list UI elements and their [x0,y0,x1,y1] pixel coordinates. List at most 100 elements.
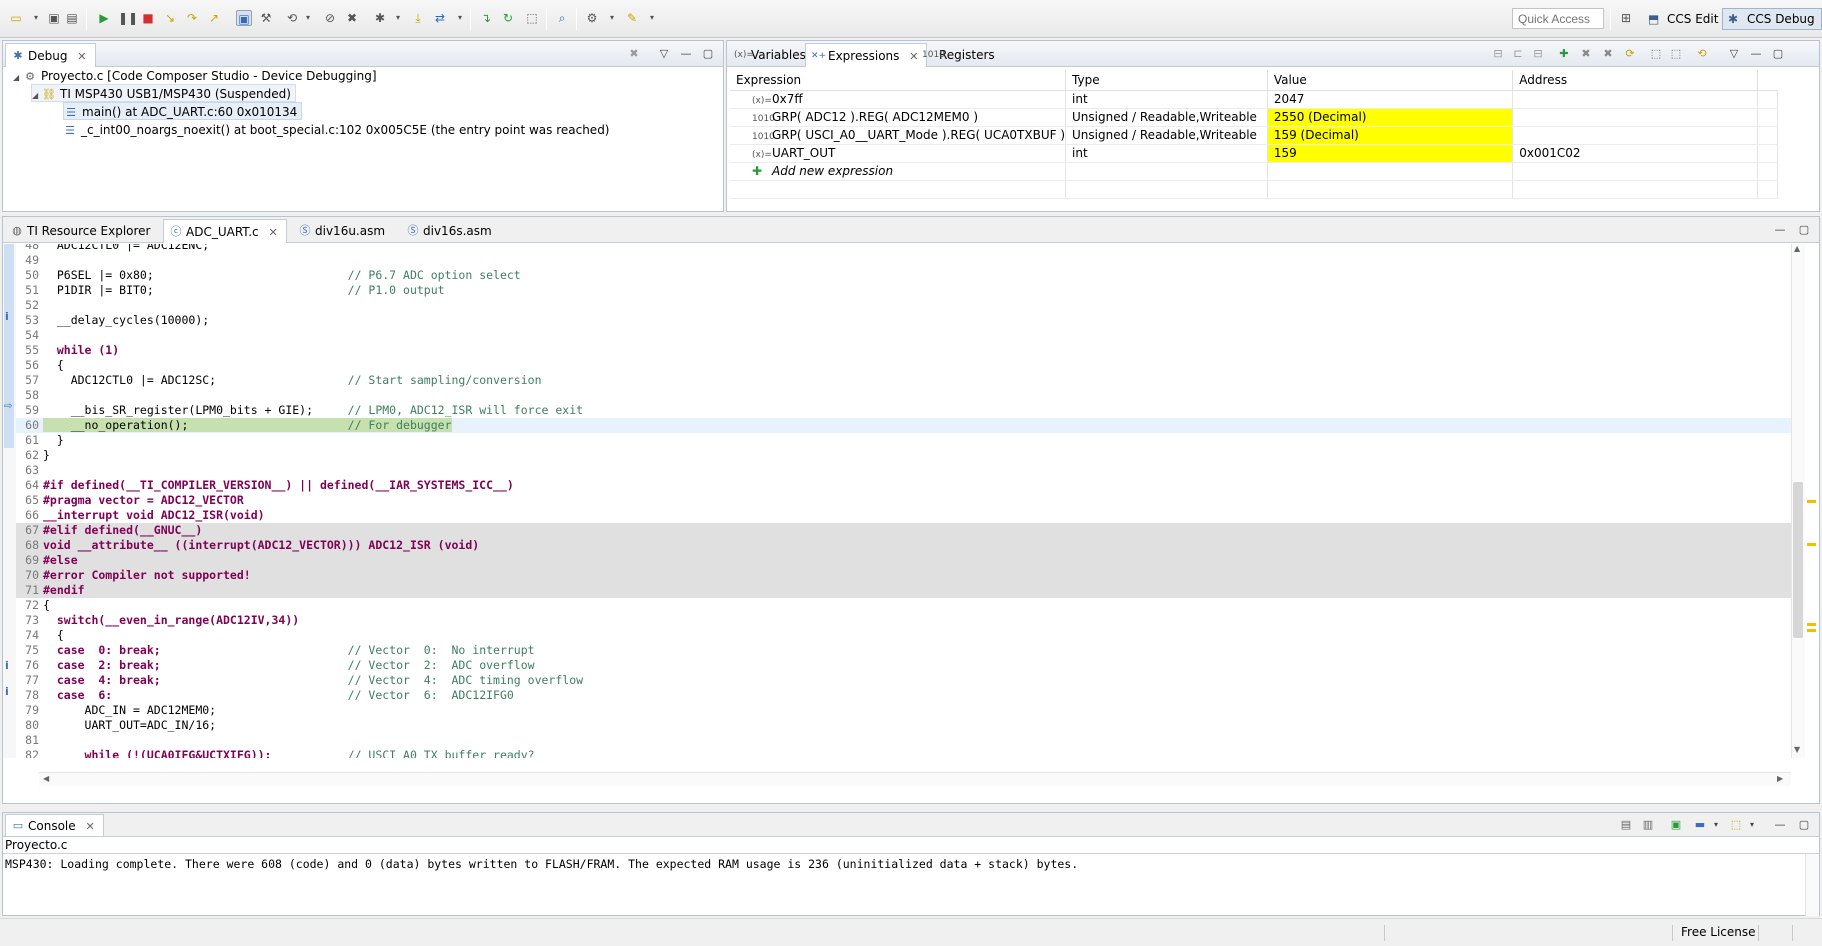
overview-marker[interactable] [1807,629,1816,632]
debug-dropdown-icon[interactable]: ▾ [390,10,406,26]
new-dropdown-icon[interactable]: ▾ [28,10,44,26]
tree-launch-item[interactable]: ◢ ⚙ Proyecto.c [Code Composer Studio - Dev… [13,67,377,85]
debug-icon[interactable]: ✱ [372,10,388,26]
code-line[interactable]: 55 while (1) [3,343,1793,358]
code-line[interactable]: 53 __delay_cycles(10000); [3,313,1793,328]
skip-breakpoints-icon[interactable]: ⊘ [322,10,338,26]
collapse-all-icon[interactable]: ⊟ [1531,47,1545,61]
column-header-value[interactable]: Value [1267,70,1514,91]
scrollbar-thumb[interactable] [1793,482,1803,638]
overview-marker[interactable] [1807,623,1816,626]
collapse-icon[interactable]: ⊏ [1511,47,1525,61]
minimize-icon[interactable]: — [1749,47,1763,61]
tab-debug[interactable]: ✱ Debug ✕ [5,43,96,67]
pin-console-icon[interactable]: ▣ [1669,818,1683,832]
expand-icon[interactable]: ◢ [32,87,42,105]
overview-marker[interactable] [1807,500,1816,503]
column-header-address[interactable]: Address [1512,70,1759,91]
code-line[interactable]: 56 { [3,358,1793,373]
suspend-icon[interactable]: ❚❚ [118,10,138,26]
code-line[interactable]: 51 P1DIR |= BIT0; // P1.0 output [3,283,1793,298]
column-header-expression[interactable]: Expression [730,70,1067,91]
code-line[interactable]: 79 ADC_IN = ADC12MEM0; [3,703,1793,718]
settings-dropdown-icon[interactable]: ▾ [604,10,620,26]
tree-target-item[interactable]: ◢ ⛓ TI MSP430 USB1/MSP430 (Suspended) [31,84,296,102]
scroll-lock-icon[interactable]: ▥ [1641,818,1655,832]
code-line[interactable]: 82 while (!(UCA0IFG&UCTXIFG)); // USCI_A… [3,748,1793,758]
code-area[interactable]: 48 ADC12CTL0 |= ADC12ENC; 49 50 P6SEL |= 0… [3,244,1793,758]
minimize-icon[interactable]: — [679,47,693,61]
tab-ti-resource-explorer[interactable]: ◍ TI Resource Explorer [5,219,159,243]
overview-marker[interactable] [1807,543,1816,546]
open-perspective-icon[interactable]: ⊞ [1618,10,1634,26]
quick-access-input[interactable] [1512,8,1604,29]
table-row[interactable]: (x)=0x7ff int 2047 [730,90,1778,109]
console-output-area[interactable]: MSP430: Loading complete. There were 608… [3,853,1819,916]
code-line[interactable]: 60 __no_operation(); // For debugger [3,418,1793,433]
instruction-stepping-icon[interactable]: ▣ [236,10,252,26]
scroll-right-icon[interactable]: ▶ [1777,774,1783,783]
maximize-icon[interactable]: ▢ [1771,47,1785,61]
display-console-icon[interactable]: ▬ [1693,818,1707,832]
tab-variables[interactable]: (x)= Variables [729,43,814,67]
code-line[interactable]: 52 [3,298,1793,313]
code-line[interactable]: 78 case 6: // Vector 6: ADC12IFG0 [3,688,1793,703]
assembly-step-into-icon[interactable]: ↴ [478,10,494,26]
import-icon[interactable]: ⬚ [1649,47,1663,61]
tab-console[interactable]: ▭ Console ✕ [5,814,104,836]
code-line[interactable]: 68 void __attribute__ ((interrupt(ADC12_V… [3,538,1793,553]
table-row[interactable]: 1010GRP( ADC12 ).REG( ADC12MEM0 ) Unsign… [730,108,1778,127]
code-line[interactable]: 71 #endif [3,583,1793,598]
reset-icon[interactable]: ⚒ [258,10,274,26]
minimize-icon[interactable]: — [1773,223,1787,237]
code-line[interactable]: 63 [3,463,1793,478]
code-line[interactable]: 61 } [3,433,1793,448]
open-console-icon[interactable]: ⬚ [1729,818,1743,832]
code-line[interactable]: 72 { [3,598,1793,613]
show-type-icon[interactable]: ⊟ [1491,47,1505,61]
maximize-icon[interactable]: ▢ [1797,223,1811,237]
column-header-type[interactable]: Type [1065,70,1268,91]
tab-div16s-asm[interactable]: Ⓢ div16s.asm [401,219,500,243]
scroll-up-icon[interactable]: ▲ [1794,244,1800,253]
remove-expression-icon[interactable]: ✖ [1579,47,1593,61]
code-line[interactable]: 80 UART_OUT=ADC_IN/16; [3,718,1793,733]
license-status[interactable]: Free License [1681,925,1756,939]
code-line[interactable]: 62} [3,448,1793,463]
display-dropdown-icon[interactable]: ▾ [1709,818,1723,832]
terminate-icon[interactable]: ■ [140,10,156,26]
code-line[interactable]: 48 ADC12CTL0 |= ADC12ENC; [3,244,1793,253]
continuous-refresh-icon[interactable]: ⟲ [1695,47,1709,61]
minimize-icon[interactable]: — [1773,818,1787,832]
perspective-ccs-debug[interactable]: ✱ CCS Debug [1722,8,1822,30]
table-row[interactable]: 1010GRP( USCI_A0__UART_Mode ).REG( UCA0T… [730,126,1778,145]
code-line[interactable]: 67 #elif defined(__GNUC__) [3,523,1793,538]
remove-launches-icon[interactable]: ✖ [627,47,641,61]
load-program-icon[interactable]: ⤓ [410,10,426,26]
code-line[interactable]: 73 switch(__even_in_range(ADC12IV,34)) [3,613,1793,628]
export-icon[interactable]: ⬚ [1669,47,1683,61]
code-line[interactable]: 49 [3,253,1793,268]
tab-registers[interactable]: 1010 Registers [917,43,1003,67]
maximize-icon[interactable]: ▢ [1797,818,1811,832]
resume-icon[interactable]: ▶ [96,10,112,26]
code-line[interactable]: 54 [3,328,1793,343]
code-line[interactable]: 65 #pragma vector = ADC12_VECTOR [3,493,1793,508]
code-line[interactable]: 70 #error Compiler not supported! [3,568,1793,583]
code-line[interactable]: 77 case 4: break; // Vector 4: ADC timin… [3,673,1793,688]
code-line[interactable]: 76 case 2: break; // Vector 2: ADC overf… [3,658,1793,673]
pin-icon[interactable]: ✎ [624,10,640,26]
remove-all-icon[interactable]: ✖ [1601,47,1615,61]
connect-target-icon[interactable]: ⇄ [432,10,448,26]
remove-breakpoints-icon[interactable]: ✖ [344,10,360,26]
code-line[interactable]: 59 __bis_SR_register(LPM0_bits + GIE); /… [3,403,1793,418]
connect-dropdown-icon[interactable]: ▾ [452,10,468,26]
restart-icon[interactable]: ⟲ [284,10,300,26]
scroll-down-icon[interactable]: ▼ [1794,745,1800,754]
code-line[interactable]: 74 { [3,628,1793,643]
maximize-icon[interactable]: ▢ [701,47,715,61]
tab-expressions[interactable]: ✕+ Expressions ✕ [805,43,928,67]
tree-frame-main[interactable]: ☰ main() at ADC_UART.c:60 0x010134 [63,102,303,120]
close-icon[interactable]: ✕ [77,50,86,63]
expand-icon[interactable]: ◢ [13,69,23,87]
